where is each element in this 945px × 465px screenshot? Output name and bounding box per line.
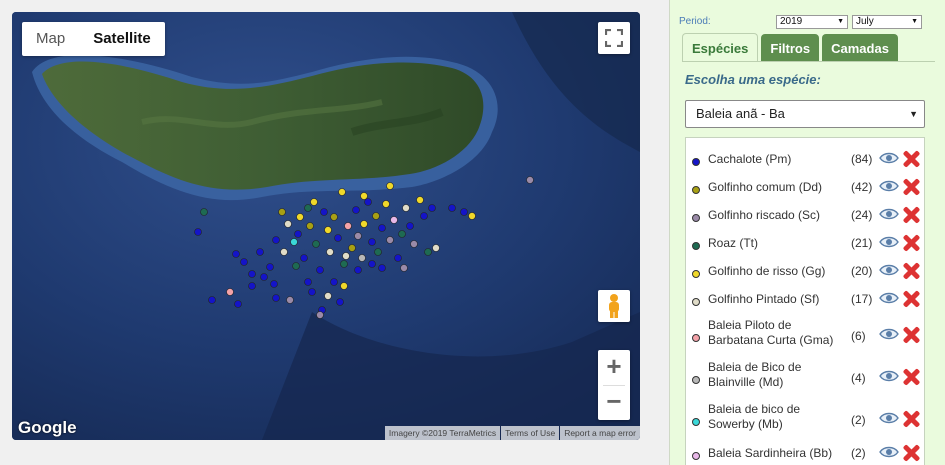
chevron-down-icon: ▼ (837, 18, 844, 25)
map-attribution: Imagery ©2019 TerraMetrics Terms of Use … (384, 426, 640, 440)
satellite-map[interactable]: Map Satellite + − Google Imagery ©2019 T… (12, 12, 640, 440)
species-count: (84) (851, 152, 873, 166)
species-name: Golfinho Pintado (Sf) (708, 292, 820, 306)
month-select[interactable]: July ▼ (852, 15, 922, 29)
remove-icon[interactable] (902, 326, 920, 344)
species-count: (20) (851, 264, 873, 278)
eye-icon[interactable] (879, 369, 899, 383)
zoom-out-icon[interactable]: − (598, 385, 630, 420)
choose-species-label: Escolha uma espécie: (685, 72, 821, 87)
zoom-in-icon[interactable]: + (598, 350, 630, 385)
zoom-control: + − (598, 350, 630, 420)
chevron-down-icon: ▼ (909, 109, 918, 119)
period-label: Period: (679, 16, 711, 27)
eye-icon[interactable] (879, 445, 899, 459)
eye-icon[interactable] (879, 263, 899, 277)
eye-icon[interactable] (879, 411, 899, 425)
year-select[interactable]: 2019 ▼ (776, 15, 848, 29)
remove-icon[interactable] (902, 410, 920, 428)
species-name: Baleia Sardinheira (Bb) (708, 446, 833, 460)
remove-icon[interactable] (902, 178, 920, 196)
remove-icon[interactable] (902, 234, 920, 252)
pegman-icon (609, 294, 619, 318)
species-name: Golfinho riscado (Sc) (708, 208, 821, 222)
species-select[interactable]: Baleia anã - Ba ▼ (685, 100, 925, 128)
species-color-dot (692, 242, 700, 250)
species-list: Cachalote (Pm) (84) Golfinho comum (Dd) (42… (685, 137, 925, 465)
species-color-dot (692, 452, 700, 460)
eye-icon[interactable] (879, 151, 899, 165)
species-count: (24) (851, 208, 873, 222)
species-name: Baleia de bico de Sowerby (Mb) (708, 402, 801, 431)
tab-especies[interactable]: Espécies (682, 33, 759, 62)
map-imagery (12, 12, 640, 440)
species-name: Golfinho comum (Dd) (708, 180, 823, 194)
species-color-dot (692, 376, 700, 384)
species-count: (2) (851, 446, 866, 460)
species-color-dot (692, 186, 700, 194)
species-color-dot (692, 214, 700, 222)
species-color-dot (692, 158, 700, 166)
species-color-dot (692, 270, 700, 278)
tab-filtros[interactable]: Filtros (761, 34, 820, 62)
panel-tabs: Espécies Filtros Camadas (682, 33, 901, 62)
map-type-satellite-button[interactable]: Satellite (79, 22, 165, 56)
remove-icon[interactable] (902, 206, 920, 224)
tab-underline (682, 61, 935, 62)
eye-icon[interactable] (879, 327, 899, 341)
species-name: Baleia de Bico de Blainville (Md) (708, 360, 802, 389)
species-count: (2) (851, 413, 866, 427)
chevron-down-icon: ▼ (911, 18, 918, 25)
eye-icon[interactable] (879, 179, 899, 193)
app-root: Map Satellite + − Google Imagery ©2019 T… (0, 0, 945, 465)
species-color-dot (692, 298, 700, 306)
species-color-dot (692, 418, 700, 426)
eye-icon[interactable] (879, 291, 899, 305)
tab-camadas[interactable]: Camadas (822, 34, 898, 62)
species-count: (4) (851, 371, 866, 385)
species-count: (6) (851, 329, 866, 343)
species-name: Golfinho de risso (Gg) (708, 264, 826, 278)
report-map-error-link[interactable]: Report a map error (560, 426, 640, 440)
species-color-dot (692, 334, 700, 342)
google-logo: Google (18, 418, 77, 437)
remove-icon[interactable] (902, 290, 920, 308)
remove-icon[interactable] (902, 150, 920, 168)
species-select-value: Baleia anã - Ba (696, 106, 785, 121)
terms-of-use-link[interactable]: Terms of Use (501, 426, 560, 440)
species-count: (21) (851, 236, 873, 250)
fullscreen-icon (605, 29, 623, 47)
fullscreen-button[interactable] (598, 22, 630, 54)
map-type-map-button[interactable]: Map (22, 22, 79, 56)
imagery-credit: Imagery ©2019 TerraMetrics (384, 426, 501, 440)
species-count: (42) (851, 180, 873, 194)
eye-icon[interactable] (879, 235, 899, 249)
street-view-pegman-button[interactable] (598, 290, 630, 322)
remove-icon[interactable] (902, 262, 920, 280)
month-value: July (856, 16, 874, 27)
remove-icon[interactable] (902, 444, 920, 462)
species-name: Baleia Piloto de Barbatana Curta (Gma) (708, 318, 834, 347)
species-name: Cachalote (Pm) (708, 152, 792, 166)
eye-icon[interactable] (879, 207, 899, 221)
remove-icon[interactable] (902, 368, 920, 386)
year-value: 2019 (780, 16, 803, 27)
zoom-divider (603, 385, 625, 386)
species-count: (17) (851, 292, 873, 306)
map-type-control: Map Satellite (22, 22, 165, 56)
side-panel: Period: 2019 ▼ July ▼ Espécies Filtros C… (669, 0, 945, 465)
species-name: Roaz (Tt) (708, 236, 759, 250)
